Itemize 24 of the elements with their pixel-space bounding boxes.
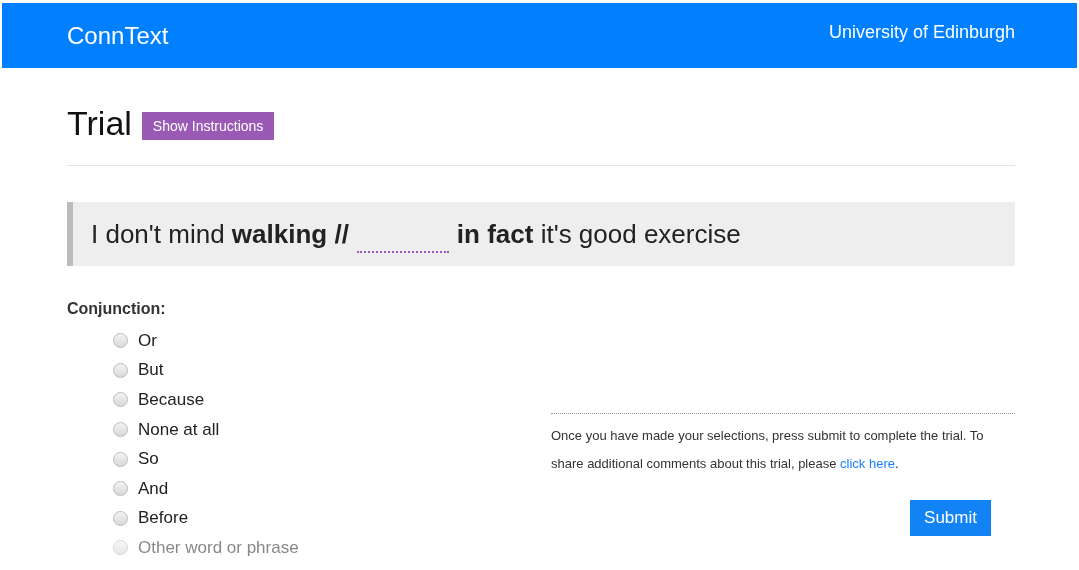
option-label[interactable]: Before	[138, 508, 189, 529]
option-label[interactable]: So	[138, 449, 159, 470]
option-label[interactable]: Because	[138, 390, 205, 410]
option-label[interactable]: None at all	[138, 419, 220, 440]
radio-button[interactable]	[113, 422, 128, 438]
instructions-text: Once you have made your selections, press submit to complete the trial. To share additional comments about this trial, please click here.	[551, 413, 1015, 478]
radio-button[interactable]	[113, 392, 128, 408]
question-label: Conjunction:	[67, 300, 167, 318]
radio-button[interactable]	[113, 510, 128, 526]
radio-button[interactable]	[113, 451, 128, 467]
institution-name: University of Edinburgh	[828, 22, 1015, 43]
radio-button[interactable]	[113, 481, 128, 497]
option-label[interactable]: But	[138, 360, 164, 381]
submit-button[interactable]: Submit	[910, 500, 991, 536]
page-title: Trial	[67, 104, 132, 143]
sentence-text: I don't mind walking //	[91, 218, 349, 250]
option-label[interactable]: Or	[138, 330, 157, 351]
sentence-text: in fact it's good exercise	[456, 218, 741, 250]
brand-title[interactable]: ConnText	[67, 21, 169, 50]
radio-button[interactable]	[113, 362, 128, 378]
radio-button[interactable]	[113, 333, 128, 349]
option-label[interactable]: And	[138, 478, 169, 499]
show-instructions-button[interactable]: Show Instructions	[141, 112, 275, 140]
comments-link[interactable]: click here	[840, 456, 895, 471]
